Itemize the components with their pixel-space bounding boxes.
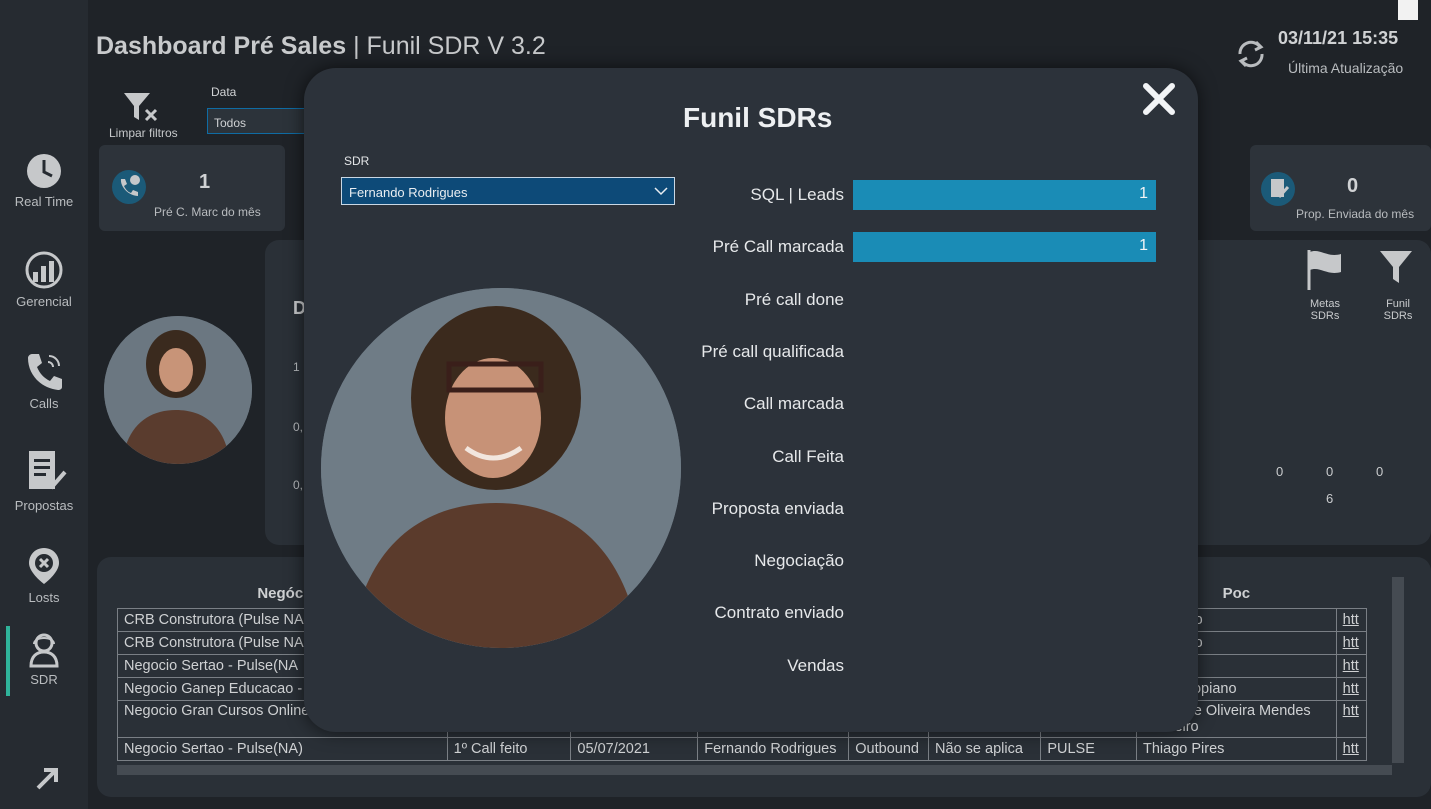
sidebar-item-gerencial[interactable]: Gerencial [0,250,88,309]
chart-growth-icon [25,251,63,289]
funnel-stage-label: Pré call qualificada [701,342,844,361]
axis-tick: 1 [293,360,300,374]
funnel-stage-label: Pré Call marcada [712,237,844,256]
close-button[interactable] [1142,82,1176,116]
funnel-stage-label: SQL | Leads [750,185,844,204]
kpi-card-pre-call: 1 Pré C. Marc do mês [99,145,285,231]
clock-icon [27,154,61,188]
sdr-select-label: SDR [344,154,370,168]
funnel-bar[interactable]: 1 [853,232,1156,262]
date-filter-label: Data [211,85,237,99]
sdr-photo-thumbnail [104,316,252,464]
sidebar-item-label: Calls [29,396,59,411]
funnel-stage-label: Call Feita [772,447,844,466]
funnel-stage-label: Contrato enviado [714,603,844,622]
phone-icon [28,354,62,390]
kpi-card-proposals: 0 Prop. Enviada do mês [1250,145,1431,231]
sidebar-item-label: Losts [28,590,60,605]
modal-title: Funil SDRs [683,102,833,133]
pin-icon[interactable] [1398,0,1418,20]
document-edit-icon [29,451,67,490]
kpi-label: Pré C. Marc do mês [154,205,261,219]
metric-value: 0 [1276,464,1284,479]
clear-filters-label[interactable]: Limpar filtros [109,126,178,140]
sidebar-item-sdr[interactable]: SDR [0,632,88,687]
funnel-stage-label: Call marcada [743,394,844,413]
sidebar-item-calls[interactable]: Calls [0,350,88,411]
close-icon[interactable] [1142,82,1176,116]
funnel-icon[interactable] [1378,248,1414,291]
clear-filter-icon[interactable] [122,90,158,129]
sidebar-item-label: SDR [30,672,58,687]
document-check-icon [1261,172,1295,206]
funnel-bar-value: 1 [1139,185,1148,202]
sidebar-item-label: Gerencial [16,294,72,309]
sidebar-item-real-time[interactable]: Real Time [0,152,88,209]
vertical-scrollbar[interactable] [1392,577,1404,763]
funnel-stage-label: Vendas [787,656,844,675]
sidebar-item-propostas[interactable]: Propostas [0,448,88,513]
sidebar-item-losts[interactable]: Losts [0,546,88,605]
funil-sdrs-button[interactable]: Funil SDRs [1376,298,1420,322]
kpi-value: 0 [1347,175,1359,197]
target-x-icon [29,548,59,584]
sdr-photo [321,288,681,648]
phone-money-icon [112,170,146,204]
axis-tick: 0, [293,420,304,434]
page-title: Dashboard Pré Sales | Funil SDR V 3.2 [96,32,546,60]
last-update-label: Última Atualização [1288,60,1404,76]
axis-tick: 0, [293,478,304,492]
funnel-stage-label: Proposta enviada [711,499,844,518]
metric-value: 6 [1326,491,1334,506]
horizontal-scrollbar[interactable] [117,765,1392,775]
funnel-stage-label: Pré call done [744,290,844,309]
sidebar-item-label: Propostas [14,498,74,513]
agent-icon [29,633,59,668]
flag-icon[interactable] [1305,248,1345,297]
funnel-stage-label: Negociação [754,551,844,570]
table-row[interactable]: Negocio Sertao - Pulse(NA) 1º Call feito 0… [117,737,1368,761]
kpi-label: Prop. Enviada do mês [1296,207,1415,221]
metas-sdrs-button[interactable]: Metas SDRs [1302,298,1348,322]
sidebar: Real Time Gerencial Calls Propostas Lost… [0,0,88,809]
metric-value: 0 [1326,464,1334,479]
last-update-datetime: 03/11/21 15:35 [1278,28,1399,48]
sidebar-item-label: Real Time [14,194,74,209]
funnel-bar[interactable]: 1 [853,180,1156,210]
metric-value: 0 [1376,464,1384,479]
funnel-bar-value: 1 [1139,237,1148,254]
kpi-value: 1 [199,171,211,193]
expand-icon[interactable] [34,764,64,797]
refresh-icon[interactable] [1236,38,1266,75]
sdr-select[interactable]: Fernando Rodrigues [341,177,675,205]
date-filter-select[interactable]: Todos [207,108,307,134]
